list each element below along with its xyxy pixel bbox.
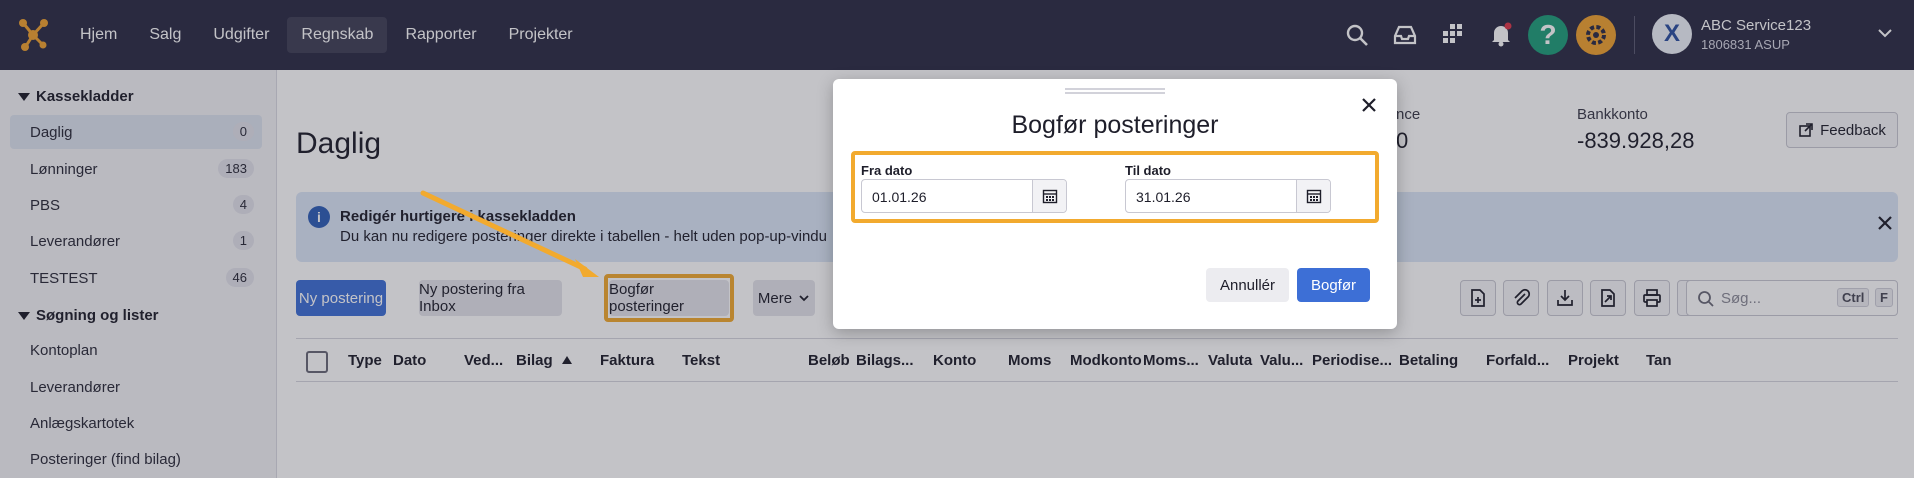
- from-date-field[interactable]: 01.01.26: [861, 179, 1067, 213]
- from-date-label: Fra dato: [861, 163, 913, 178]
- date-range-group: Fra dato 01.01.26 Til dato 31.01.26: [851, 151, 1379, 223]
- to-date-label: Til dato: [1125, 163, 1171, 178]
- close-icon[interactable]: [1359, 95, 1379, 115]
- cancel-button[interactable]: Annullér: [1206, 268, 1289, 302]
- post-button[interactable]: Bogfør: [1297, 268, 1370, 302]
- calendar-icon[interactable]: [1296, 180, 1330, 212]
- to-date-value: 31.01.26: [1136, 189, 1191, 205]
- to-date-field[interactable]: 31.01.26: [1125, 179, 1331, 213]
- calendar-icon[interactable]: [1032, 180, 1066, 212]
- arrow-annotation-icon: [420, 190, 599, 277]
- from-date-value: 01.01.26: [872, 189, 927, 205]
- drag-handle[interactable]: [1065, 88, 1165, 94]
- post-entries-dialog: Bogfør posteringer Fra dato 01.01.26 Til…: [833, 79, 1397, 329]
- dialog-title: Bogfør posteringer: [1011, 111, 1219, 139]
